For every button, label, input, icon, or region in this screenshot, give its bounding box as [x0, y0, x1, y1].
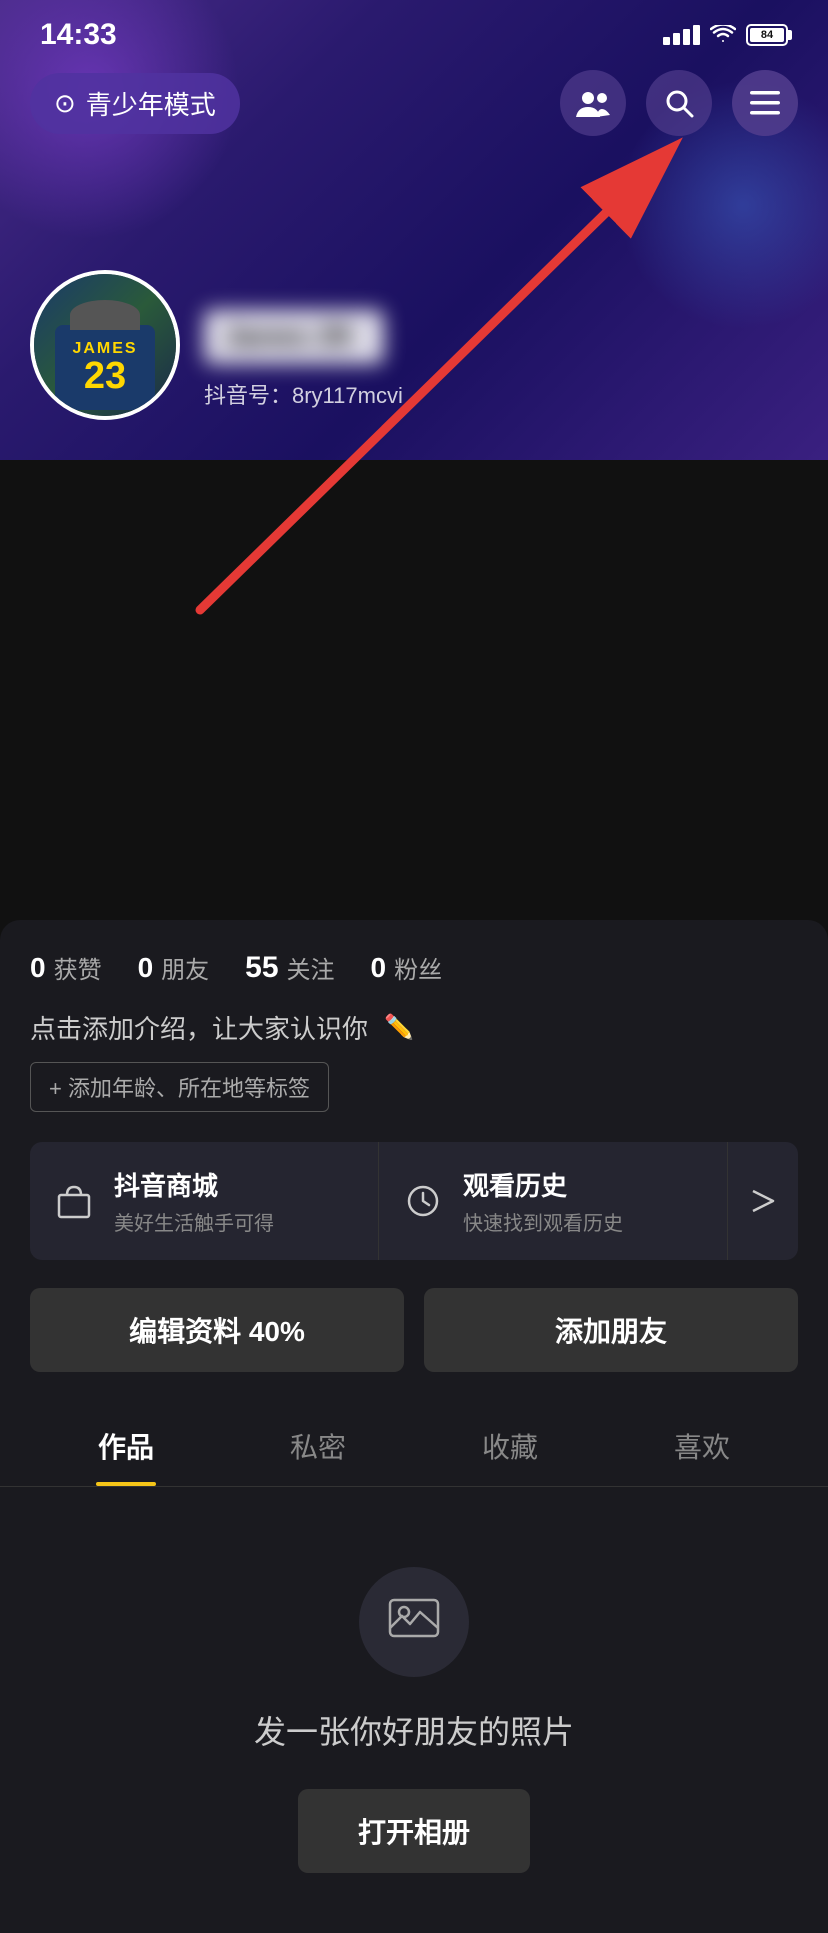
- bio-row[interactable]: 点击添加介绍，让大家认识你 ✏️: [30, 1009, 798, 1046]
- edit-profile-button[interactable]: 编辑资料 40%: [30, 1288, 404, 1372]
- open-album-button[interactable]: 打开相册: [298, 1789, 530, 1873]
- signal-icon: [663, 25, 700, 45]
- add-tag-button[interactable]: + 添加年龄、所在地等标签: [30, 1062, 329, 1112]
- status-time: 14:33: [40, 18, 117, 52]
- cart-icon: [50, 1177, 98, 1225]
- tabs-row: 作品 私密 收藏 喜欢: [0, 1402, 828, 1487]
- tab-works[interactable]: 作品: [30, 1402, 222, 1486]
- avatar[interactable]: JAMES 23: [30, 270, 180, 420]
- add-tag-label: + 添加年龄、所在地等标签: [49, 1071, 310, 1103]
- battery-level: 84: [750, 28, 784, 42]
- stat-friends-num: 0: [138, 952, 154, 984]
- history-icon: [399, 1177, 447, 1225]
- edit-bio-icon[interactable]: ✏️: [384, 1013, 414, 1042]
- status-icons: 84: [663, 24, 788, 46]
- watch-history-subtitle: 快速找到观看历史: [463, 1207, 623, 1236]
- stat-following-label: 关注: [287, 950, 335, 985]
- stat-followers-num: 0: [371, 952, 387, 984]
- tags-row[interactable]: + 添加年龄、所在地等标签: [30, 1062, 798, 1112]
- tab-private[interactable]: 私密: [222, 1402, 414, 1486]
- watch-history-text: 观看历史 快速找到观看历史: [463, 1166, 623, 1236]
- add-friend-button[interactable]: 添加朋友: [424, 1288, 798, 1372]
- douyin-mall-link[interactable]: 抖音商城 美好生活触手可得: [30, 1142, 379, 1260]
- battery-icon: 84: [746, 24, 788, 46]
- empty-icon-wrap: [359, 1567, 469, 1677]
- stat-friends-label: 朋友: [161, 950, 209, 985]
- youth-mode-icon: ⊙: [54, 88, 76, 119]
- stat-likes-label: 获赞: [54, 950, 102, 985]
- quick-links: 抖音商城 美好生活触手可得 观看历史 快速找到观看历史: [30, 1142, 798, 1260]
- stat-likes-num: 0: [30, 952, 46, 984]
- top-nav-right: [560, 70, 798, 136]
- header-banner: ⊙ 青少年模式: [0, 0, 828, 460]
- action-buttons: 编辑资料 40% 添加朋友: [30, 1288, 798, 1372]
- profile-id: 抖音号：8ry117mcvi: [204, 378, 798, 410]
- youth-mode-badge[interactable]: ⊙ 青少年模式: [30, 73, 240, 134]
- main-content: 0 获赞 0 朋友 55 关注 0 粉丝 点击添加介绍，让大家认识你 ✏️ + …: [0, 920, 828, 1933]
- profile-name-blurred: Janes 29: [204, 310, 384, 364]
- watch-history-link[interactable]: 观看历史 快速找到观看历史: [379, 1142, 728, 1260]
- stat-following[interactable]: 55 关注: [245, 950, 334, 985]
- profile-banner-section: JAMES 23 Janes 29 抖音号：8ry117mcvi: [30, 270, 798, 420]
- tab-favorites[interactable]: 收藏: [414, 1402, 606, 1486]
- more-link[interactable]: [728, 1162, 798, 1240]
- watch-history-title: 观看历史: [463, 1166, 623, 1203]
- profile-info: Janes 29 抖音号：8ry117mcvi: [204, 310, 798, 420]
- top-nav: ⊙ 青少年模式: [0, 70, 828, 136]
- empty-state: 发一张你好朋友的照片 打开相册: [30, 1487, 798, 1933]
- tab-likes[interactable]: 喜欢: [606, 1402, 798, 1486]
- photo-icon: [388, 1592, 440, 1652]
- status-bar: 14:33 84: [0, 0, 828, 62]
- stat-likes[interactable]: 0 获赞: [30, 950, 102, 985]
- stats-row: 0 获赞 0 朋友 55 关注 0 粉丝: [30, 950, 798, 985]
- menu-nav-button[interactable]: [732, 70, 798, 136]
- douyin-mall-subtitle: 美好生活触手可得: [114, 1207, 274, 1236]
- bio-text: 点击添加介绍，让大家认识你: [30, 1009, 368, 1046]
- douyin-mall-title: 抖音商城: [114, 1166, 274, 1203]
- wifi-icon: [710, 25, 736, 45]
- stat-followers-label: 粉丝: [394, 950, 442, 985]
- friends-nav-button[interactable]: [560, 70, 626, 136]
- youth-mode-label: 青少年模式: [86, 85, 216, 122]
- search-nav-button[interactable]: [646, 70, 712, 136]
- douyin-mall-text: 抖音商城 美好生活触手可得: [114, 1166, 274, 1236]
- stat-following-num: 55: [245, 951, 278, 985]
- empty-text: 发一张你好朋友的照片: [254, 1707, 574, 1753]
- stat-followers[interactable]: 0 粉丝: [371, 950, 443, 985]
- stat-friends[interactable]: 0 朋友: [138, 950, 210, 985]
